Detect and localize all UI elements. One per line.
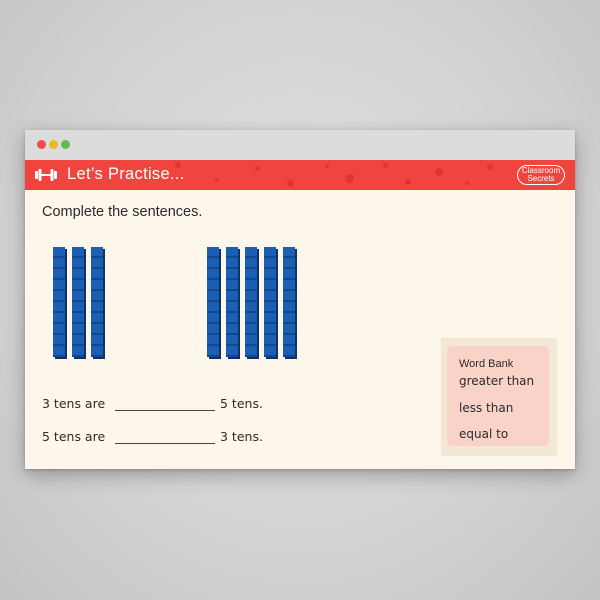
word-bank-word[interactable]: greater than <box>459 374 534 388</box>
tens-rod <box>283 247 295 357</box>
tens-rod <box>207 247 219 357</box>
dumbbell-icon <box>35 169 57 181</box>
word-bank-word[interactable]: less than <box>459 401 513 415</box>
close-window-button[interactable] <box>37 140 46 149</box>
window-titlebar <box>25 130 575 160</box>
answer-blank-2[interactable] <box>115 443 215 444</box>
word-bank-title: Word Bank <box>459 358 514 370</box>
sentence-2: 5 tens are 3 tens. <box>42 429 302 447</box>
tens-rod <box>72 247 84 357</box>
minimize-window-button[interactable] <box>49 140 58 149</box>
page-title: Let’s Practise... <box>67 165 185 183</box>
tens-rod <box>245 247 257 357</box>
sentence-1-left: 3 tens are <box>42 396 106 411</box>
header-banner: Let’s Practise... Classroom Secrets <box>25 160 575 190</box>
instruction-text: Complete the sentences. <box>42 204 203 220</box>
word-bank-panel: Word Bank greater than less than equal t… <box>441 338 557 456</box>
tens-rod <box>264 247 276 357</box>
word-bank-word[interactable]: equal to <box>459 427 508 441</box>
app-window: Let’s Practise... Classroom Secrets Comp… <box>25 130 575 469</box>
classroom-secrets-logo: Classroom Secrets <box>517 165 565 185</box>
sentence-2-left: 5 tens are <box>42 429 106 444</box>
tens-rod <box>226 247 238 357</box>
maximize-window-button[interactable] <box>61 140 70 149</box>
sentence-1: 3 tens are 5 tens. <box>42 396 302 414</box>
tens-rod <box>91 247 103 357</box>
word-bank: Word Bank greater than less than equal t… <box>447 346 549 446</box>
sentence-1-right: 5 tens. <box>220 396 263 411</box>
sentence-2-right: 3 tens. <box>220 429 263 444</box>
tens-rod <box>53 247 65 357</box>
answer-blank-1[interactable] <box>115 410 215 411</box>
